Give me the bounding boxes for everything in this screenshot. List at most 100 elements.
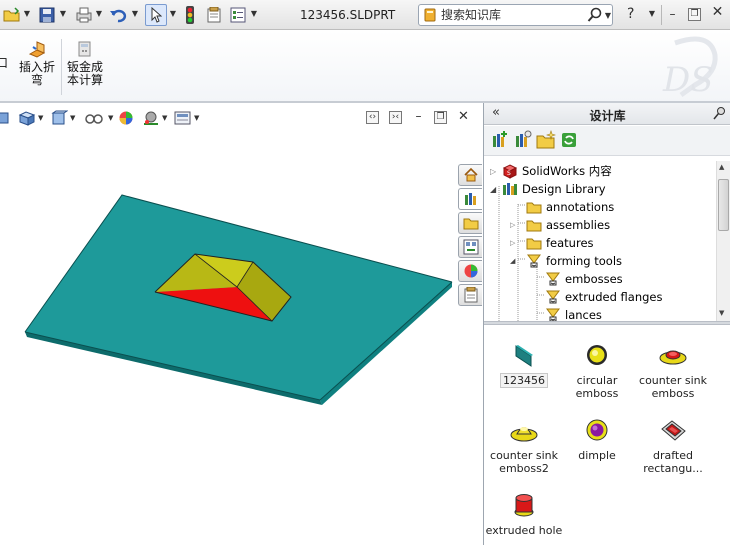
tree-item-extruded-flanges[interactable]: extruded flanges	[545, 288, 662, 306]
viewport-minimize-button[interactable]: –	[412, 110, 425, 124]
expand-arrow-icon[interactable]: ▷	[490, 167, 502, 176]
solidworks-window: ▼ ▼ ▼ ▼ ▼ ▼ 123456.SLDPRT 搜索知识库 ▼ ? ▼ – …	[0, 0, 730, 545]
scroll-up-icon[interactable]: ▲	[719, 163, 724, 171]
tab-file-explorer[interactable]	[458, 212, 482, 234]
drafted-rectangular-icon	[661, 420, 686, 441]
viewport-close-button[interactable]: ✕	[457, 110, 470, 124]
folder-icon	[463, 218, 478, 230]
scroll-down-icon[interactable]: ▼	[719, 309, 724, 317]
tree-item-embosses[interactable]: embosses	[545, 270, 623, 288]
insert-bend-icon	[28, 41, 46, 58]
apply-scene-icon[interactable]: ▼	[142, 109, 167, 127]
sheet-metal-model[interactable]	[0, 105, 483, 545]
tab-solidworks-resources[interactable]	[458, 164, 482, 186]
add-to-library-icon[interactable]	[490, 130, 510, 150]
open-folder-icon[interactable]	[2, 4, 22, 26]
undo-dropdown-icon[interactable]: ▼	[130, 9, 140, 19]
collapse-arrow-icon[interactable]: ◢	[490, 185, 502, 194]
tab-view-palette[interactable]	[458, 236, 482, 258]
file-properties-icon[interactable]	[204, 4, 224, 26]
search-input[interactable]	[441, 6, 581, 24]
expand-arrow-icon[interactable]: ▷	[510, 239, 526, 247]
library-item-123456[interactable]: 123456	[484, 340, 564, 388]
viewport-restore-button[interactable]: ❐	[434, 111, 447, 124]
tab-custom-properties[interactable]	[458, 284, 482, 306]
tree-item-label: embosses	[565, 272, 623, 286]
restore-button[interactable]: ❐	[688, 8, 701, 21]
save-dropdown-icon[interactable]: ▼	[58, 9, 68, 19]
ribbon: 口 插入折弯 钣金成本计算 DS	[0, 31, 730, 103]
library-item-label: 123456	[500, 373, 548, 388]
minimize-button[interactable]: –	[666, 8, 679, 21]
tree-item-assemblies[interactable]: ▷ assemblies	[510, 216, 610, 234]
pin-icon[interactable]	[713, 106, 727, 123]
view-toolbar: ▼ ▼ ▼ ▼ ▼ ‹› ›‹ – ❐ ✕	[0, 105, 483, 131]
print-icon[interactable]	[74, 4, 94, 26]
tree-item-solidworks-content[interactable]: ▷ S SolidWorks 内容	[490, 162, 612, 180]
edit-appearance-icon[interactable]	[118, 109, 134, 127]
scroll-thumb[interactable]	[718, 179, 729, 231]
select-dropdown-icon[interactable]: ▼	[168, 9, 178, 19]
library-item-dimple[interactable]: dimple	[557, 415, 637, 462]
document-title: 123456.SLDPRT	[300, 8, 396, 22]
library-item-circular-emboss[interactable]: circular emboss	[557, 340, 637, 400]
display-style-icon[interactable]: ▼	[18, 109, 43, 127]
tree-item-annotations[interactable]: annotations	[526, 198, 614, 216]
collapse-arrow-icon[interactable]: ◢	[510, 257, 526, 265]
forming-tool-folder-icon	[527, 254, 541, 268]
home-icon	[463, 167, 478, 182]
tree-scrollbar[interactable]: ▲ ▼	[716, 161, 730, 321]
undo-icon[interactable]	[108, 4, 128, 26]
close-button[interactable]: ✕	[711, 5, 724, 20]
view-settings-icon[interactable]: ▼	[174, 109, 199, 127]
hide-show-items-icon[interactable]: ▼	[84, 109, 113, 127]
rebuild-traffic-light-icon[interactable]	[181, 4, 199, 26]
add-file-location-icon[interactable]	[513, 130, 533, 150]
create-new-folder-icon[interactable]	[536, 130, 556, 150]
library-item-label: dimple	[578, 449, 616, 462]
view-orientation-icon[interactable]	[0, 109, 12, 127]
tree-item-features[interactable]: ▷ features	[510, 234, 594, 252]
help-button[interactable]: ?	[627, 6, 634, 22]
options-icon[interactable]	[228, 4, 248, 26]
section-view-icon[interactable]: ▼	[50, 109, 75, 127]
sheet-metal-cost-button[interactable]: 钣金成本计算	[64, 39, 106, 87]
library-item-counter-sink-emboss[interactable]: counter sink emboss	[632, 340, 714, 400]
tab-design-library[interactable]	[458, 188, 482, 210]
ribbon-partial-label: 口	[0, 56, 8, 70]
counter-sink-emboss2-icon	[510, 427, 538, 442]
refresh-icon[interactable]	[559, 130, 579, 150]
tree-item-label: SolidWorks 内容	[522, 164, 612, 178]
library-item-counter-sink-emboss2[interactable]: counter sink emboss2	[484, 415, 564, 475]
tree-item-label: lances	[565, 308, 602, 321]
options-dropdown-icon[interactable]: ▼	[249, 9, 259, 19]
insert-bend-button[interactable]: 插入折弯	[16, 39, 58, 87]
svg-text:DS: DS	[662, 60, 714, 100]
folder-icon	[526, 202, 542, 214]
help-dropdown-icon[interactable]: ▼	[647, 9, 657, 19]
pane-splitter[interactable]	[484, 321, 730, 325]
library-item-extruded-hole[interactable]: extruded hole	[484, 490, 564, 537]
tree-item-forming-tools[interactable]: ◢ forming tools	[510, 252, 622, 270]
ribbon-separator	[61, 39, 62, 95]
graphics-area[interactable]: ▼ ▼ ▼ ▼ ▼ ‹› ›‹ – ❐ ✕	[0, 105, 483, 545]
search-dropdown-icon[interactable]: ▼	[603, 11, 613, 21]
open-dropdown-icon[interactable]: ▼	[22, 9, 32, 19]
tree-item-design-library[interactable]: ◢ Design Library	[490, 180, 606, 198]
task-pane-tabs	[458, 162, 482, 312]
tree-item-lances[interactable]: lances	[545, 306, 602, 321]
solidworks-content-icon: S	[502, 164, 518, 179]
library-item-drafted-rectangular[interactable]: drafted rectangu...	[632, 415, 714, 475]
search-box[interactable]: ▼	[418, 4, 613, 26]
select-pointer-icon[interactable]	[145, 4, 167, 26]
tree-item-label: annotations	[546, 200, 615, 214]
tab-appearances[interactable]	[458, 260, 482, 282]
search-icon[interactable]	[587, 7, 603, 26]
extruded-hole-icon	[514, 494, 534, 517]
ribbon-partial-button[interactable]: 口	[0, 57, 10, 70]
save-icon[interactable]	[37, 4, 57, 26]
expand-arrow-icon[interactable]: ▷	[510, 221, 526, 229]
print-dropdown-icon[interactable]: ▼	[94, 9, 104, 19]
viewport-next-button[interactable]: ›‹	[389, 111, 402, 124]
viewport-prev-button[interactable]: ‹›	[366, 111, 379, 124]
